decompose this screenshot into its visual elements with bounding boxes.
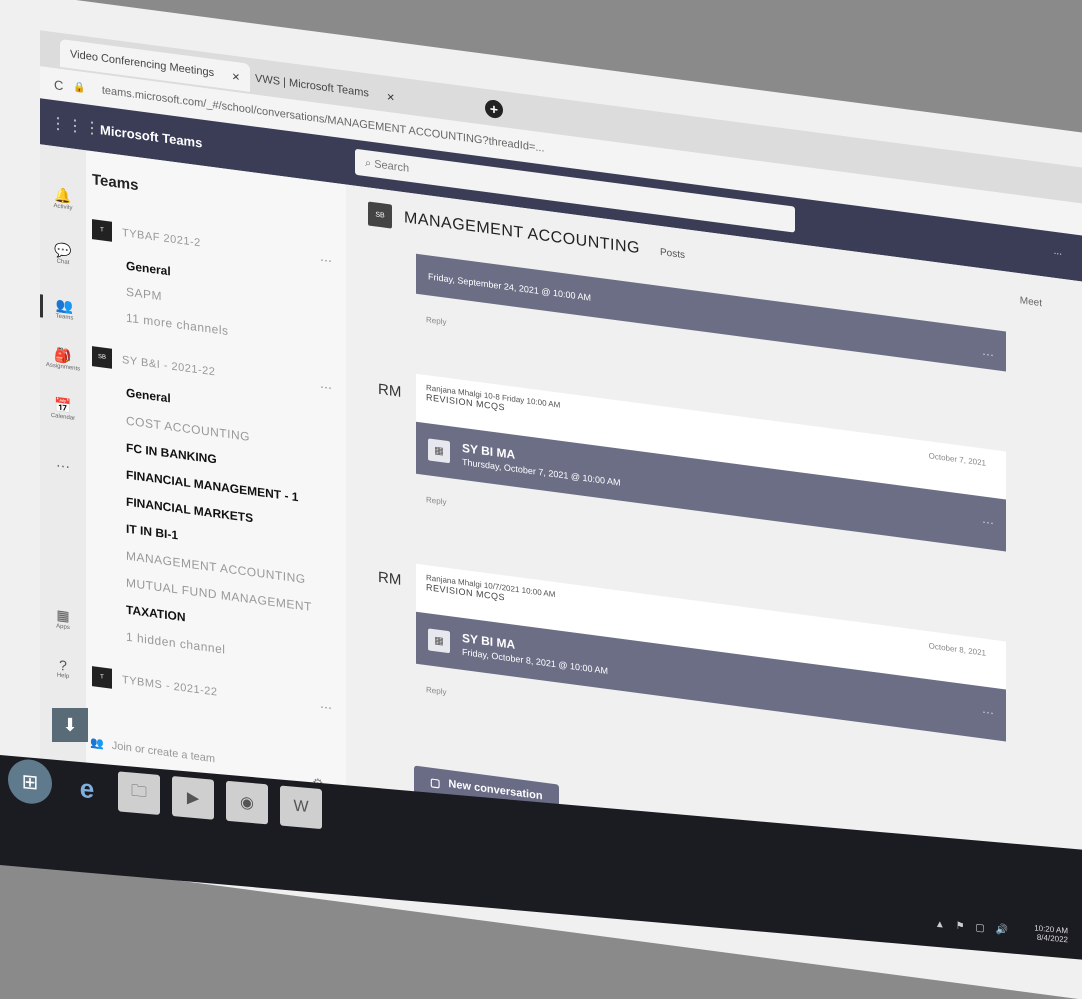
more-icon: ··· — [56, 456, 70, 475]
profile-menu[interactable]: ... — [1054, 246, 1062, 258]
rail-apps[interactable]: ▦ Apps — [40, 604, 86, 633]
clock-date: 8/4/2022 — [1036, 932, 1068, 945]
download-icon[interactable]: ⬇ — [52, 708, 88, 742]
more-options-icon[interactable]: ··· — [320, 379, 332, 395]
panel-title: Teams — [92, 171, 139, 195]
team-name: TYBMS - 2021-22 — [122, 674, 218, 699]
reload-icon[interactable]: C — [54, 77, 63, 93]
meeting-text: SY BI MA Thursday, October 7, 2021 @ 10:… — [462, 441, 621, 488]
channel-sapm[interactable]: SAPM — [126, 285, 162, 304]
meeting-time: Friday, September 24, 2021 @ 10:00 AM — [428, 271, 592, 303]
new-tab-button[interactable]: + — [485, 98, 503, 120]
search-placeholder: Search — [374, 158, 410, 175]
more-options-icon[interactable]: ··· — [320, 699, 332, 715]
channel-general[interactable]: General — [126, 386, 171, 406]
channel-financial-markets[interactable]: FINANCIAL MARKETS — [126, 495, 253, 526]
team-name: TYBAF 2021-2 — [122, 227, 201, 250]
join-create-team-button[interactable]: 👥 Join or create a team — [90, 736, 215, 765]
calendar-icon: ▦ — [428, 628, 450, 654]
more-options-icon[interactable]: ··· — [982, 346, 994, 362]
rail-more[interactable]: ··· — [40, 454, 86, 476]
internet-explorer-icon[interactable]: e — [66, 767, 108, 811]
teams-panel: Teams T TYBAF 2021-2 ··· General SAPM 11… — [86, 150, 346, 825]
system-clock[interactable]: 10:20 AM 8/4/2022 — [1034, 923, 1068, 944]
rail-activity[interactable]: 🔔 Activity — [40, 184, 86, 213]
reply-link[interactable]: Reply — [426, 315, 446, 327]
rail-assignments[interactable]: 🎒 Assignments — [40, 344, 86, 373]
file-explorer-icon[interactable]: 🗀 — [118, 771, 160, 815]
close-icon[interactable]: × — [387, 88, 395, 104]
reply-link[interactable]: Reply — [426, 685, 446, 697]
media-player-icon[interactable]: ▶ — [172, 776, 214, 820]
more-channels-link[interactable]: 11 more channels — [126, 311, 229, 338]
team-name: SY B&I - 2021-22 — [122, 354, 216, 379]
header-meet-button[interactable]: Meet — [1020, 295, 1042, 309]
search-icon: ⌕ — [365, 156, 375, 170]
lock-icon: 🔒 — [73, 81, 86, 94]
join-label: Join or create a team — [111, 739, 216, 765]
people-add-icon: 👥 — [90, 736, 104, 751]
tab-label: VWS | Microsoft Teams — [255, 72, 369, 100]
author-avatar: RM — [378, 380, 402, 401]
channel-fc-in-banking[interactable]: FC IN BANKING — [126, 441, 217, 467]
channel-taxation[interactable]: TAXATION — [126, 603, 186, 625]
reply-link[interactable]: Reply — [426, 495, 446, 507]
hidden-channels-link[interactable]: 1 hidden channel — [126, 630, 225, 657]
app-rail: 🔔 Activity 💬 Chat 👥 Teams 🎒 Assignments … — [40, 144, 86, 791]
author-avatar: RM — [378, 568, 402, 589]
team-avatar: T — [92, 219, 112, 242]
calendar-icon: ▦ — [428, 438, 450, 464]
team-avatar: T — [92, 666, 112, 689]
rail-calendar[interactable]: 📅 Calendar — [40, 394, 86, 423]
rail-help[interactable]: ? Help — [40, 654, 86, 682]
rail-chat[interactable]: 💬 Chat — [40, 239, 86, 268]
meeting-text: SY BI MA Friday, October 8, 2021 @ 10:00… — [462, 631, 608, 676]
compose-icon: ▢ — [430, 776, 441, 790]
channel-avatar: SB — [368, 201, 392, 229]
tab-posts[interactable]: Posts — [660, 246, 685, 260]
team-avatar: SB — [92, 346, 112, 369]
more-options-icon[interactable]: ··· — [982, 514, 994, 530]
system-tray-icons[interactable]: ▲ ⚑ ▢ 🔊 — [935, 919, 1012, 937]
meeting-text: Friday, September 24, 2021 @ 10:00 AM — [428, 269, 591, 302]
brand-title: Microsoft Teams — [100, 121, 203, 151]
meeting-card[interactable]: Friday, September 24, 2021 @ 10:00 AM ··… — [416, 253, 1006, 372]
more-options-icon[interactable]: ··· — [320, 252, 332, 268]
chrome-icon[interactable]: ◉ — [226, 780, 268, 825]
channel-it-in-bi[interactable]: IT IN BI-1 — [126, 522, 178, 543]
word-icon[interactable]: W — [280, 785, 322, 830]
rail-teams[interactable]: 👥 Teams — [40, 294, 86, 324]
close-icon[interactable]: × — [232, 68, 240, 84]
channel-general[interactable]: General — [126, 259, 171, 279]
team-tybms[interactable]: T TYBMS - 2021-22 ··· — [92, 666, 342, 719]
app-launcher-icon[interactable]: ⋮⋮⋮ — [50, 113, 101, 139]
start-button[interactable]: ⊞ — [8, 757, 52, 806]
more-options-icon[interactable]: ··· — [982, 704, 994, 720]
channel-cost-accounting[interactable]: COST ACCOUNTING — [126, 414, 250, 444]
